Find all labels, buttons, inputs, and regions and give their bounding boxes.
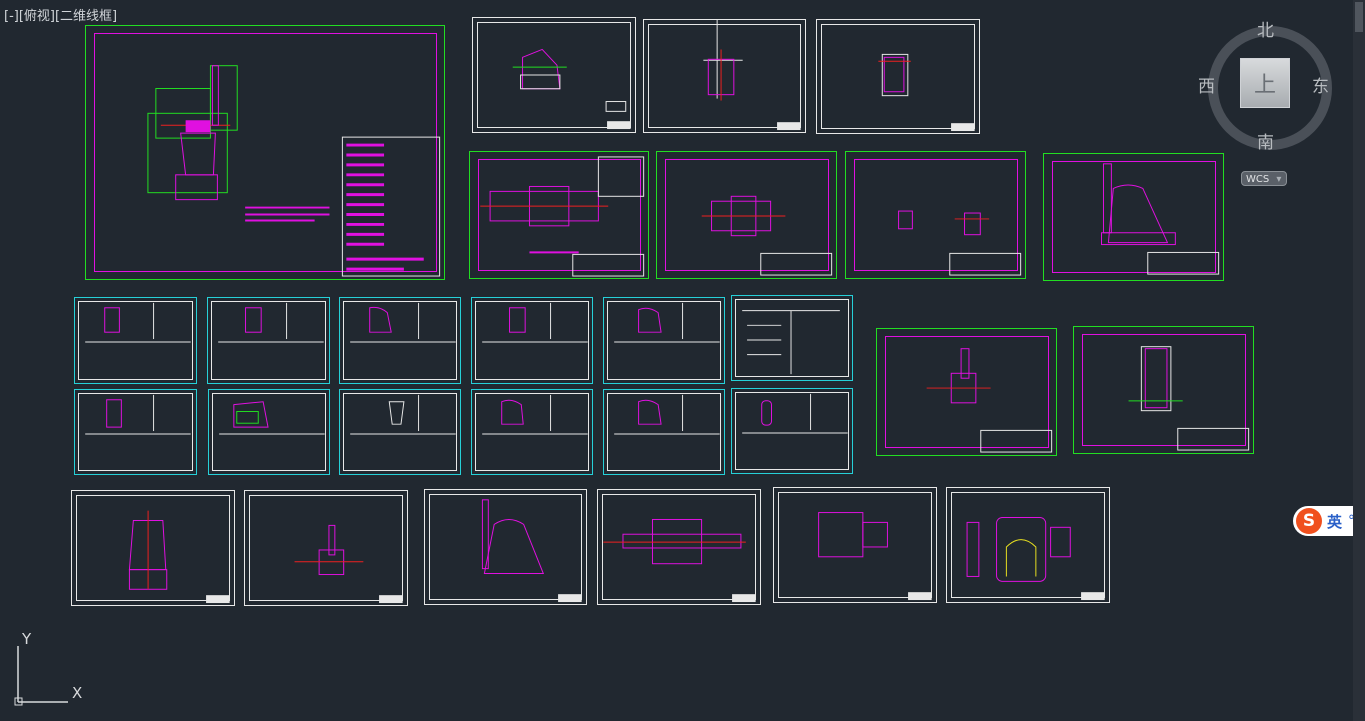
process-card-6[interactable]: [731, 295, 853, 381]
drawing-sheet-5[interactable]: [656, 151, 837, 279]
process-card-9[interactable]: [339, 389, 461, 475]
sheet-1-geometry: [512, 48, 631, 130]
process-card-5-geometry: [614, 302, 720, 343]
ucs-axis-icon: Y X: [10, 630, 90, 708]
process-card-12-geometry: [742, 393, 848, 434]
process-card-10[interactable]: [471, 389, 593, 475]
sheet-8-geometry: [926, 348, 1053, 453]
process-card-2-geometry: [218, 302, 324, 343]
wcs-menu-button[interactable]: WCS ▾: [1241, 171, 1287, 186]
drawing-sheet-14[interactable]: [773, 487, 937, 603]
drawing-sheet-7[interactable]: [1043, 153, 1224, 281]
scrollbar-thumb[interactable]: [1355, 2, 1363, 32]
process-card-1[interactable]: [74, 297, 197, 384]
sheet-4-geometry: [480, 156, 645, 277]
sheet-9-geometry: [1128, 346, 1250, 451]
drawing-sheet-1[interactable]: [472, 17, 636, 133]
process-card-6-geometry: [742, 310, 840, 375]
process-card-7[interactable]: [74, 389, 197, 475]
viewcube-east[interactable]: 东: [1312, 72, 1329, 97]
drawing-sheet-10[interactable]: [71, 490, 235, 606]
process-card-3[interactable]: [339, 297, 461, 384]
sheet-13-geometry: [603, 518, 756, 603]
viewcube-north[interactable]: 北: [1257, 16, 1274, 41]
process-card-8-geometry: [219, 401, 325, 435]
drawing-sheet-9[interactable]: [1073, 326, 1254, 454]
sheet-7-geometry: [1101, 163, 1220, 275]
process-card-1-geometry: [85, 302, 191, 343]
process-card-2[interactable]: [207, 297, 330, 384]
ucs-x-label: X: [72, 684, 83, 702]
sheet-5-geometry: [701, 195, 833, 276]
process-card-7-geometry: [85, 394, 191, 435]
viewcube-top-face-icon[interactable]: 上: [1240, 58, 1290, 108]
assembly-drawing-geometry: [147, 65, 441, 277]
sheet-2-geometry: [703, 20, 801, 131]
drawing-sheet-2[interactable]: [643, 19, 806, 133]
sheet-10-geometry: [128, 510, 230, 604]
process-card-9-geometry: [350, 394, 456, 435]
drawing-sheet-15[interactable]: [946, 487, 1110, 603]
viewcube-west[interactable]: 西: [1198, 72, 1215, 97]
process-card-8[interactable]: [208, 389, 330, 475]
viewport-controls-label[interactable]: [-][俯视][二维线框]: [4, 5, 117, 24]
drawing-sheet-13[interactable]: [597, 489, 761, 605]
drawing-sheet-4[interactable]: [469, 151, 649, 279]
process-card-5[interactable]: [603, 297, 725, 384]
sheet-14-geometry: [818, 512, 932, 601]
drawing-sheet-11[interactable]: [244, 490, 408, 606]
drawing-sheet-12[interactable]: [424, 489, 587, 605]
drawing-sheet-3[interactable]: [816, 19, 980, 134]
process-card-11[interactable]: [603, 389, 725, 475]
wcs-label: WCS: [1246, 174, 1270, 185]
sheet-15-geometry: [966, 516, 1105, 601]
drawing-sheet-8[interactable]: [876, 328, 1057, 456]
drawing-sheet-6[interactable]: [845, 151, 1026, 279]
sheet-11-geometry: [294, 524, 403, 604]
process-card-3-geometry: [350, 302, 456, 343]
process-card-4[interactable]: [471, 297, 593, 384]
process-card-12[interactable]: [731, 388, 853, 474]
process-card-11-geometry: [614, 394, 720, 435]
sheet-6-geometry: [898, 210, 1022, 276]
sheet-12-geometry: [481, 499, 582, 603]
sogou-ime-icon[interactable]: S: [1296, 508, 1322, 534]
viewcube-south[interactable]: 南: [1257, 128, 1274, 153]
process-card-10-geometry: [482, 394, 588, 435]
sheet-3-geometry: [878, 53, 975, 132]
ime-language-toggle[interactable]: 英: [1327, 511, 1342, 532]
ucs-y-label: Y: [22, 630, 32, 648]
drawing-sheet-assembly[interactable]: [85, 25, 445, 280]
chevron-down-icon: ▾: [1276, 174, 1282, 185]
viewcube[interactable]: 北 南 东 西 上: [1198, 20, 1332, 153]
process-card-4-geometry: [482, 302, 588, 343]
vertical-scrollbar[interactable]: [1353, 0, 1365, 721]
